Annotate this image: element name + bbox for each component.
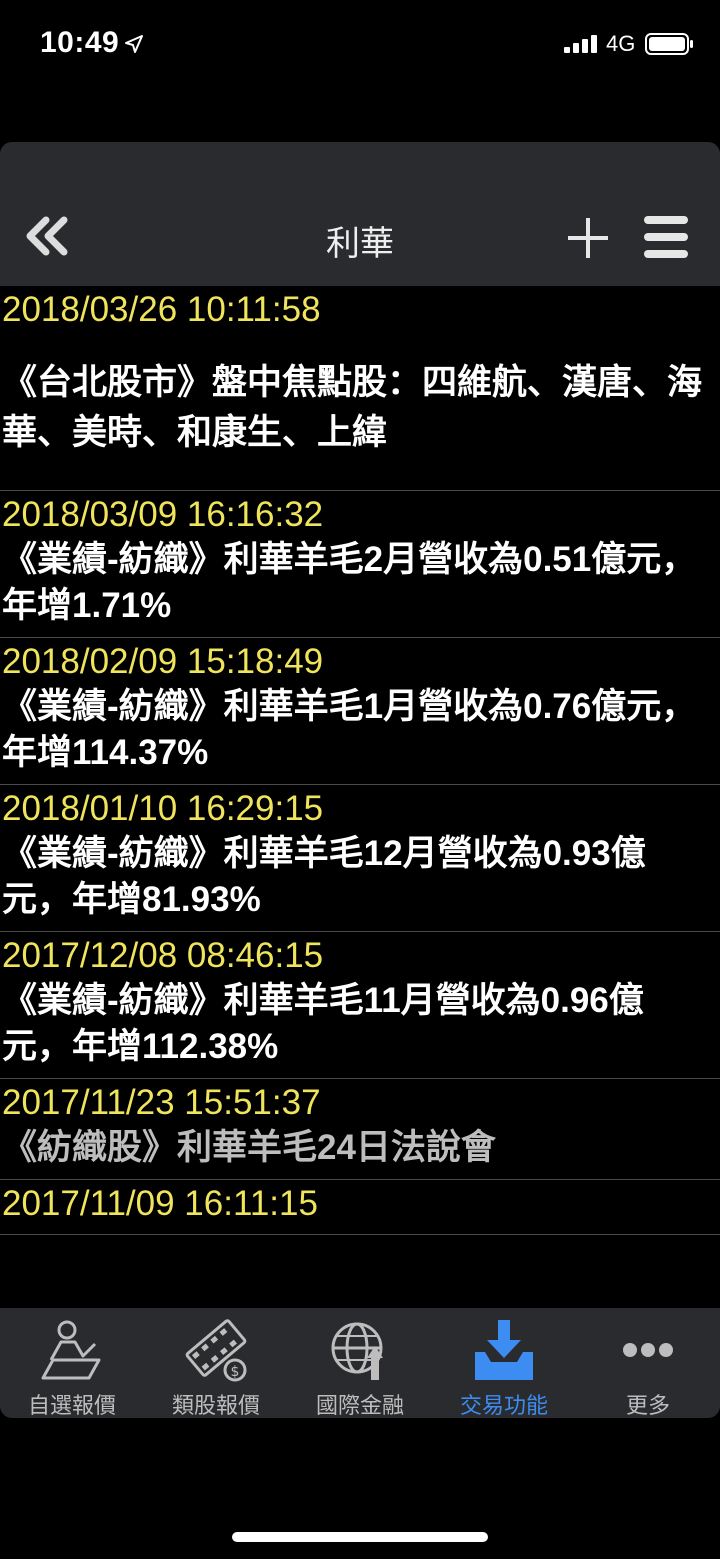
news-date: 2018/02/09 15:18:49 — [2, 642, 324, 681]
news-headline: 《業績-紡織》利華羊毛1月營收為0.76億元，年增114.37% — [2, 687, 697, 772]
tab-label: 國際金融 — [315, 1393, 404, 1418]
news-item[interactable]: 2017/11/23 15:51:37 《紡織股》利華羊毛24日法說會 — [0, 1079, 720, 1180]
sector-quote-icon: $ — [185, 1319, 247, 1382]
news-date: 2018/03/09 16:16:32 — [2, 495, 324, 534]
tab-global-finance[interactable]: 國際金融 — [288, 1308, 432, 1418]
status-time: 10:49 — [40, 26, 120, 59]
watchlist-icon — [41, 1320, 101, 1380]
tab-sector-quote[interactable]: $ 類股報價 — [144, 1308, 288, 1418]
add-icon[interactable] — [566, 216, 610, 260]
news-item[interactable]: 2017/11/09 16:11:15 — [0, 1180, 720, 1235]
news-headline: 《業績-紡織》利華羊毛11月營收為0.96億元，年增112.38% — [2, 981, 644, 1066]
news-list[interactable]: 2018/03/26 10:11:58 《台北股市》盤中焦點股：四維航、漢唐、海… — [0, 286, 720, 1308]
news-item[interactable]: 2017/12/08 08:46:15 《業績-紡織》利華羊毛11月營收為0.9… — [0, 932, 720, 1079]
location-arrow-icon — [125, 35, 143, 53]
news-date: 2017/12/08 08:46:15 — [2, 936, 324, 975]
news-date: 2018/03/26 10:11:58 — [2, 290, 321, 329]
tab-label: 類股報價 — [171, 1393, 260, 1418]
news-item[interactable]: 2018/03/09 16:16:32 《業績-紡織》利華羊毛2月營收為0.51… — [0, 491, 720, 638]
trade-icon — [475, 1320, 533, 1380]
news-headline: 《紡織股》利華羊毛24日法說會 — [2, 1128, 496, 1167]
network-type: 4G — [606, 31, 636, 56]
news-date: 2017/11/09 16:11:15 — [2, 1184, 318, 1223]
news-headline: 《台北股市》盤中焦點股：四維航、漢唐、海華、美時、和康生、上緯 — [2, 363, 703, 452]
tab-label: 自選報價 — [27, 1393, 116, 1418]
tab-label: 更多 — [625, 1393, 670, 1418]
tab-bar: 自選報價 $ 類股報價 國際金融 交易功能 更多 — [0, 1308, 720, 1418]
tab-watchlist[interactable]: 自選報價 — [0, 1308, 144, 1418]
news-date: 2017/11/23 15:51:37 — [2, 1083, 321, 1122]
news-item[interactable]: 2018/01/10 16:29:15 《業績-紡織》利華羊毛12月營收為0.9… — [0, 785, 720, 932]
global-finance-icon — [331, 1322, 383, 1380]
svg-text:$: $ — [231, 1364, 240, 1380]
home-indicator[interactable] — [232, 1532, 488, 1542]
news-item[interactable]: 2018/02/09 15:18:49 《業績-紡織》利華羊毛1月營收為0.76… — [0, 638, 720, 785]
signal-strength-icon — [564, 35, 597, 53]
page-title: 利華 — [326, 225, 394, 263]
news-headline: 《業績-紡織》利華羊毛2月營收為0.51億元，年增1.71% — [2, 540, 697, 625]
news-headline: 《業績-紡織》利華羊毛12月營收為0.93億元，年增81.93% — [2, 834, 646, 919]
news-item[interactable]: 2018/03/26 10:11:58 《台北股市》盤中焦點股：四維航、漢唐、海… — [0, 286, 720, 491]
tab-label: 交易功能 — [459, 1393, 548, 1418]
tab-trade[interactable]: 交易功能 — [432, 1308, 576, 1418]
more-icon — [623, 1343, 673, 1357]
battery-icon — [645, 33, 693, 55]
news-date: 2018/01/10 16:29:15 — [2, 789, 324, 828]
status-bar: 10:49 4G — [0, 0, 720, 92]
menu-icon[interactable] — [642, 214, 690, 260]
tab-more[interactable]: 更多 — [576, 1308, 720, 1418]
nav-bar: 利華 — [0, 142, 720, 286]
